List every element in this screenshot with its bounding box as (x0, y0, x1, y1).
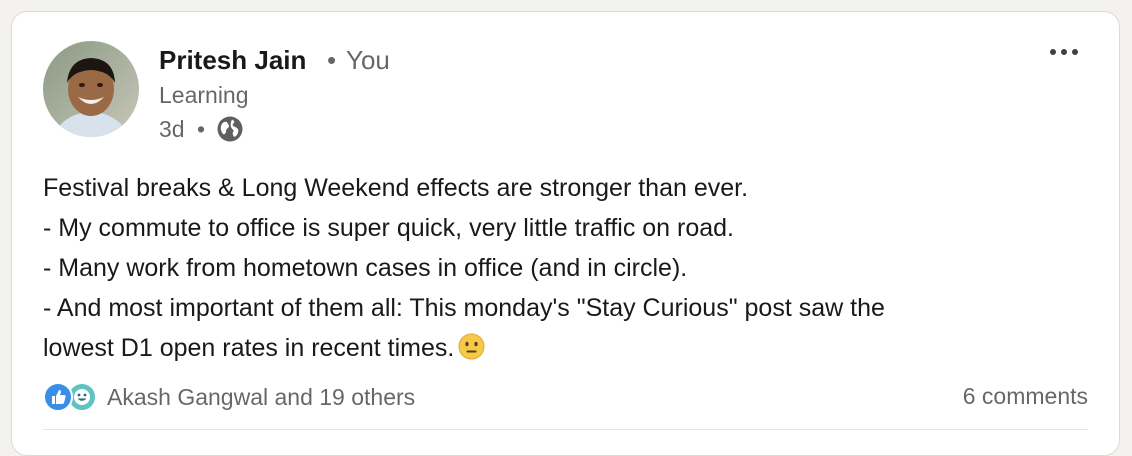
post-card: Pritesh Jain • You Learning 3d • Festiva… (11, 11, 1120, 456)
post-line: - Many work from hometown cases in offic… (43, 254, 688, 282)
post-line: Festival breaks & Long Weekend effects a… (43, 174, 749, 202)
author-headline: Learning (159, 82, 249, 108)
post-line: - And most important of them all: This m… (43, 294, 885, 322)
reaction-icons (43, 381, 101, 413)
post-line-last: lowest D1 open rates in recent times. (43, 328, 1073, 368)
social-divider (43, 429, 1088, 430)
reactions-text: Akash Gangwal and 19 others (107, 383, 416, 410)
neutral-face-emoji (458, 332, 485, 360)
globe-icon (216, 115, 244, 143)
more-options-icon[interactable] (1044, 34, 1084, 70)
post-line: - My commute to office is super quick, v… (43, 214, 735, 242)
post-timestamp: 3d (159, 116, 185, 142)
time-separator: • (197, 116, 206, 142)
reactions-summary[interactable]: Akash Gangwal and 19 others (43, 381, 415, 413)
name-separator: • (327, 45, 337, 75)
author-name[interactable]: Pritesh Jain (159, 45, 306, 76)
post-line-text: lowest D1 open rates in recent times. (43, 334, 455, 362)
connection-degree: You (346, 45, 390, 75)
comments-count-link[interactable]: 6 comments (963, 383, 1088, 410)
like-icon (43, 382, 73, 412)
post-body: Festival breaks & Long Weekend effects a… (43, 168, 1073, 368)
author-avatar[interactable] (43, 41, 139, 137)
